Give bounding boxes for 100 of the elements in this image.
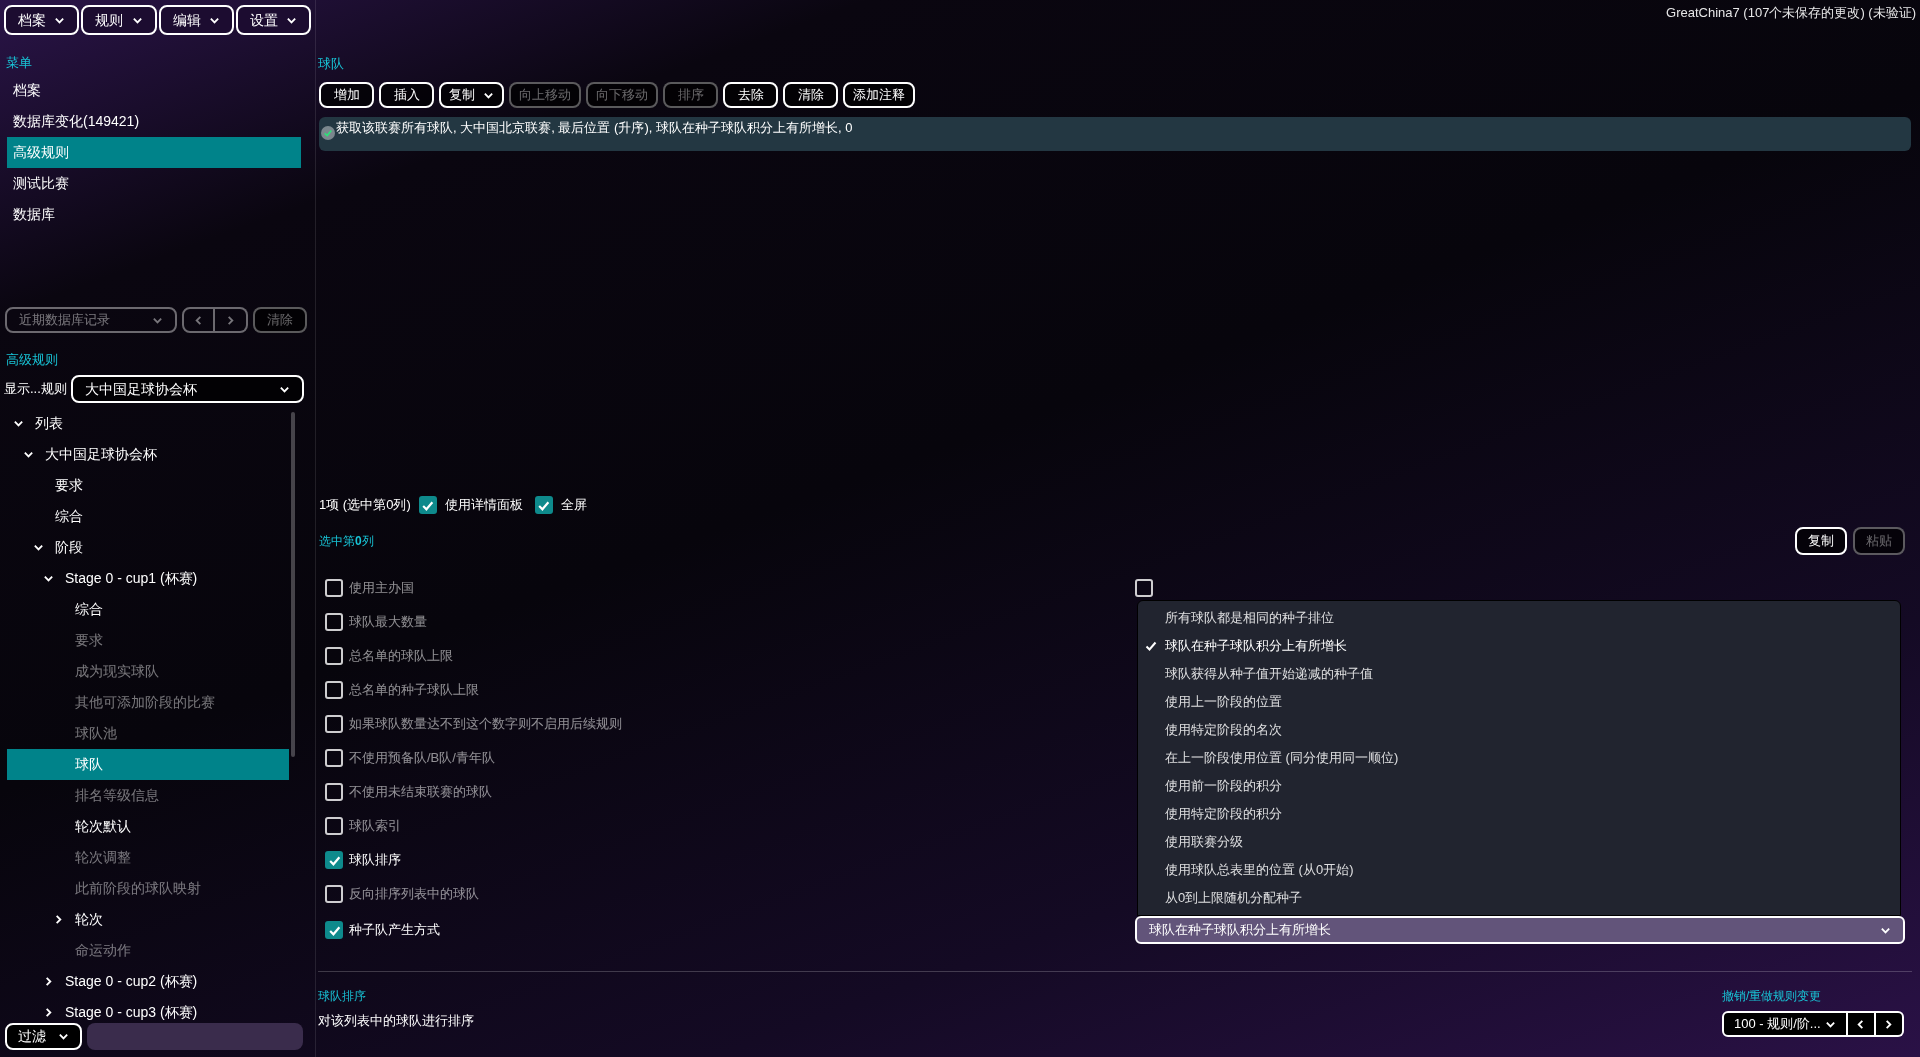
menu-option[interactable]: 使用上一阶段的位置: [1138, 688, 1900, 716]
menu-option[interactable]: 使用联赛分级: [1138, 828, 1900, 856]
checkbox-label: 不使用未结束联赛的球队: [349, 783, 492, 802]
checkbox[interactable]: [325, 647, 343, 665]
tree-item[interactable]: 轮次调整: [7, 842, 289, 873]
checkbox[interactable]: [325, 921, 343, 939]
tree-item[interactable]: 其他可添加阶段的比赛: [7, 687, 289, 718]
menu-option[interactable]: 使用球队总表里的位置 (从0开始): [1138, 856, 1900, 884]
section-heading: 选中第0列: [319, 533, 374, 550]
next-button[interactable]: [215, 307, 248, 333]
section-heading: 高级规则: [5, 351, 59, 369]
checkbox-label: 使用详情面板: [444, 496, 523, 515]
redo-button[interactable]: [1875, 1011, 1904, 1037]
nav-item[interactable]: 档案: [7, 75, 301, 106]
item-count: 1项 (选中第0列): [319, 496, 411, 515]
checkbox[interactable]: [325, 613, 343, 631]
previous-button[interactable]: [182, 307, 215, 333]
tree-item[interactable]: 综合: [7, 501, 289, 532]
checkbox-label: 使用主办国: [349, 579, 414, 598]
checkbox-label: 球队最大数量: [349, 613, 427, 632]
nav-item[interactable]: 数据库: [7, 199, 301, 230]
checkbox[interactable]: [325, 851, 343, 869]
checkbox[interactable]: [325, 681, 343, 699]
action-button[interactable]: 复制: [1795, 527, 1847, 555]
checkbox[interactable]: [534, 496, 553, 514]
chevron-left-icon: [193, 314, 204, 326]
caret-icon: [23, 449, 34, 460]
help-title: 球队排序: [318, 988, 367, 1005]
undo-button[interactable]: [1847, 1011, 1876, 1037]
help-text: 对该列表中的球队进行排序: [318, 1012, 474, 1030]
checkbox[interactable]: [325, 885, 343, 903]
toolbar-button[interactable]: 添加注释: [843, 82, 915, 108]
tree-item[interactable]: Stage 0 - cup3 (杯赛): [7, 997, 289, 1022]
tree-item[interactable]: 综合: [7, 594, 289, 625]
seeding-dropdown[interactable]: 球队在种子球队积分上有所增长: [1135, 916, 1905, 944]
nav-item[interactable]: 高级规则: [7, 137, 301, 168]
tree-item[interactable]: 此前阶段的球队映射: [7, 873, 289, 904]
checkbox[interactable]: [1135, 579, 1153, 597]
toolbar-button[interactable]: 去除: [723, 82, 778, 108]
scrollbar[interactable]: [291, 412, 295, 757]
checkbox[interactable]: [325, 579, 343, 597]
checkbox[interactable]: [325, 715, 343, 733]
tree-item[interactable]: 大中国足球协会杯: [7, 439, 289, 470]
checkbox[interactable]: [325, 783, 343, 801]
tree-item[interactable]: 轮次默认: [7, 811, 289, 842]
menu-button[interactable]: 档案: [4, 5, 80, 35]
checkbox-label: 总名单的种子球队上限: [349, 681, 479, 700]
caret-icon: [43, 573, 54, 584]
menu-option[interactable]: 在上一阶段使用位置 (同分使用同一顺位): [1138, 744, 1900, 772]
toolbar-button[interactable]: 增加: [319, 82, 374, 108]
toolbar-button[interactable]: 复制: [439, 82, 504, 108]
filter-input[interactable]: [87, 1023, 303, 1050]
filter-dropdown[interactable]: 过滤: [5, 1023, 82, 1050]
tree-item[interactable]: 要求: [7, 625, 289, 656]
tree-item[interactable]: 排名等级信息: [7, 780, 289, 811]
chevron-right-icon: [1883, 1018, 1895, 1030]
tree-item[interactable]: 球队池: [7, 718, 289, 749]
checkbox-label: 全屏: [560, 496, 587, 515]
checkbox-label: 球队排序: [349, 851, 401, 870]
menu-option[interactable]: 球队获得从种子值开始递减的种子值: [1138, 660, 1900, 688]
tree-item[interactable]: Stage 0 - cup1 (杯赛): [7, 563, 289, 594]
chevron-right-icon: [53, 914, 64, 925]
tree-item[interactable]: 球队: [7, 749, 289, 780]
checkbox[interactable]: [418, 496, 437, 514]
menu-option[interactable]: 从0到上限随机分配种子: [1138, 884, 1900, 912]
menu-option[interactable]: 使用前一阶段的积分: [1138, 772, 1900, 800]
menu-button[interactable]: 设置: [235, 5, 311, 35]
menu-option[interactable]: 所有球队都是相同的种子排位: [1138, 604, 1900, 632]
field-label: 显示...规则: [4, 380, 67, 399]
menu-option[interactable]: 球队在种子球队积分上有所增长: [1138, 632, 1900, 660]
caret-icon: [58, 1031, 69, 1042]
chevron-right-icon: [225, 314, 236, 326]
tree-item[interactable]: 命运动作: [7, 935, 289, 966]
section-heading: 撤销/重做规则变更: [1722, 988, 1823, 1005]
menu-button[interactable]: 规则: [81, 5, 157, 35]
checkbox-label: 如果球队数量达不到这个数字则不启用后续规则: [349, 715, 622, 734]
history-dropdown[interactable]: 100 - 规则/阶...: [1722, 1011, 1848, 1037]
section-heading: 菜单: [5, 54, 33, 72]
menu-option[interactable]: 使用特定阶段的名次: [1138, 716, 1900, 744]
caret-icon: [13, 418, 24, 429]
nav-item[interactable]: 数据库变化(149421): [7, 106, 301, 137]
chevron-right-icon: [43, 1007, 54, 1018]
project-title: GreatChina7 (107个未保存的更改) (未验证): [1666, 4, 1916, 22]
tree-item[interactable]: 要求: [7, 470, 289, 501]
toolbar-button[interactable]: 清除: [783, 82, 838, 108]
tree-item[interactable]: Stage 0 - cup2 (杯赛): [7, 966, 289, 997]
checkbox[interactable]: [325, 817, 343, 835]
checkbox[interactable]: [325, 749, 343, 767]
checkbox-label: 种子队产生方式: [349, 921, 440, 940]
tree-item[interactable]: 列表: [7, 408, 289, 439]
menu-option[interactable]: 使用特定阶段的积分: [1138, 800, 1900, 828]
chevron-right-icon: [43, 976, 54, 987]
menu-button[interactable]: 编辑: [158, 5, 234, 35]
rules-dropdown[interactable]: 大中国足球协会杯: [70, 375, 304, 403]
toolbar-button[interactable]: 插入: [379, 82, 434, 108]
rule-entry[interactable]: 获取该联赛所有球队, 大中国北京联赛, 最后位置 (升序), 球队在种子球队积分上有所增长, 0: [319, 117, 1911, 151]
tree-item[interactable]: 成为现实球队: [7, 656, 289, 687]
tree-item[interactable]: 轮次: [7, 904, 289, 935]
tree-item[interactable]: 阶段: [7, 532, 289, 563]
nav-item[interactable]: 测试比赛: [7, 168, 301, 199]
